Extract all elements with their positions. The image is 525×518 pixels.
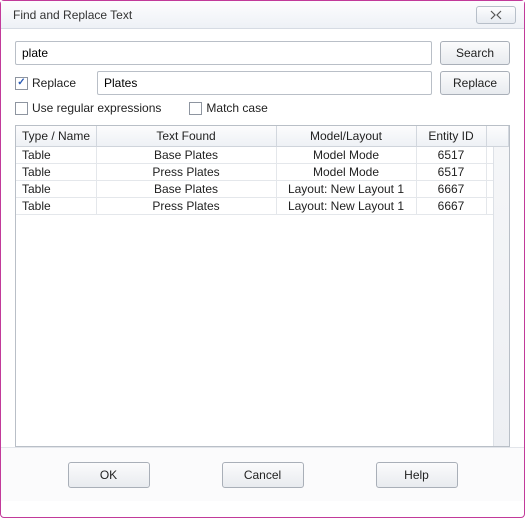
results-grid[interactable]: Type / Name Text Found Model/Layout Enti… xyxy=(15,125,510,447)
cell-text-found: Base Plates xyxy=(96,181,276,198)
search-input[interactable] xyxy=(15,41,432,65)
cell-model-layout: Layout: New Layout 1 xyxy=(276,198,416,215)
replace-input[interactable] xyxy=(97,71,432,95)
replace-checkbox-wrap[interactable]: Replace xyxy=(15,76,89,90)
close-icon[interactable] xyxy=(476,6,516,24)
table-row[interactable]: TableBase PlatesModel Mode6517 xyxy=(16,147,509,164)
search-button[interactable]: Search xyxy=(440,41,510,65)
cell-model-layout: Model Mode xyxy=(276,147,416,164)
regex-checkbox[interactable] xyxy=(15,102,28,115)
ok-button[interactable]: OK xyxy=(68,462,150,488)
cell-text-found: Press Plates xyxy=(96,164,276,181)
table-row[interactable]: TablePress PlatesModel Mode6517 xyxy=(16,164,509,181)
col-type-name[interactable]: Type / Name xyxy=(16,126,96,147)
titlebar: Find and Replace Text xyxy=(1,1,524,29)
dialog-footer: OK Cancel Help xyxy=(1,447,524,501)
matchcase-checkbox-wrap[interactable]: Match case xyxy=(189,101,267,115)
grid-scrollbar[interactable] xyxy=(493,147,509,446)
cell-entity-id: 6667 xyxy=(416,198,486,215)
cell-type-name: Table xyxy=(16,181,96,198)
regex-checkbox-label: Use regular expressions xyxy=(32,101,161,115)
cancel-button[interactable]: Cancel xyxy=(222,462,304,488)
cell-type-name: Table xyxy=(16,147,96,164)
cell-type-name: Table xyxy=(16,164,96,181)
matchcase-checkbox[interactable] xyxy=(189,102,202,115)
col-padding xyxy=(486,126,509,147)
col-model-layout[interactable]: Model/Layout xyxy=(276,126,416,147)
cell-model-layout: Layout: New Layout 1 xyxy=(276,181,416,198)
regex-checkbox-wrap[interactable]: Use regular expressions xyxy=(15,101,161,115)
cell-type-name: Table xyxy=(16,198,96,215)
cell-entity-id: 6667 xyxy=(416,181,486,198)
cell-entity-id: 6517 xyxy=(416,164,486,181)
window-title: Find and Replace Text xyxy=(13,8,476,22)
cell-entity-id: 6517 xyxy=(416,147,486,164)
col-text-found[interactable]: Text Found xyxy=(96,126,276,147)
table-row[interactable]: TableBase PlatesLayout: New Layout 16667 xyxy=(16,181,509,198)
dialog-content: Search Replace Replace Use regular expre… xyxy=(1,29,524,447)
help-button[interactable]: Help xyxy=(376,462,458,488)
cell-text-found: Base Plates xyxy=(96,147,276,164)
cell-model-layout: Model Mode xyxy=(276,164,416,181)
cell-text-found: Press Plates xyxy=(96,198,276,215)
col-entity-id[interactable]: Entity ID xyxy=(416,126,486,147)
matchcase-checkbox-label: Match case xyxy=(206,101,267,115)
table-row[interactable]: TablePress PlatesLayout: New Layout 1666… xyxy=(16,198,509,215)
replace-checkbox[interactable] xyxy=(15,77,28,90)
grid-header-row[interactable]: Type / Name Text Found Model/Layout Enti… xyxy=(16,126,509,147)
replace-checkbox-label: Replace xyxy=(32,76,76,90)
replace-button[interactable]: Replace xyxy=(440,71,510,95)
